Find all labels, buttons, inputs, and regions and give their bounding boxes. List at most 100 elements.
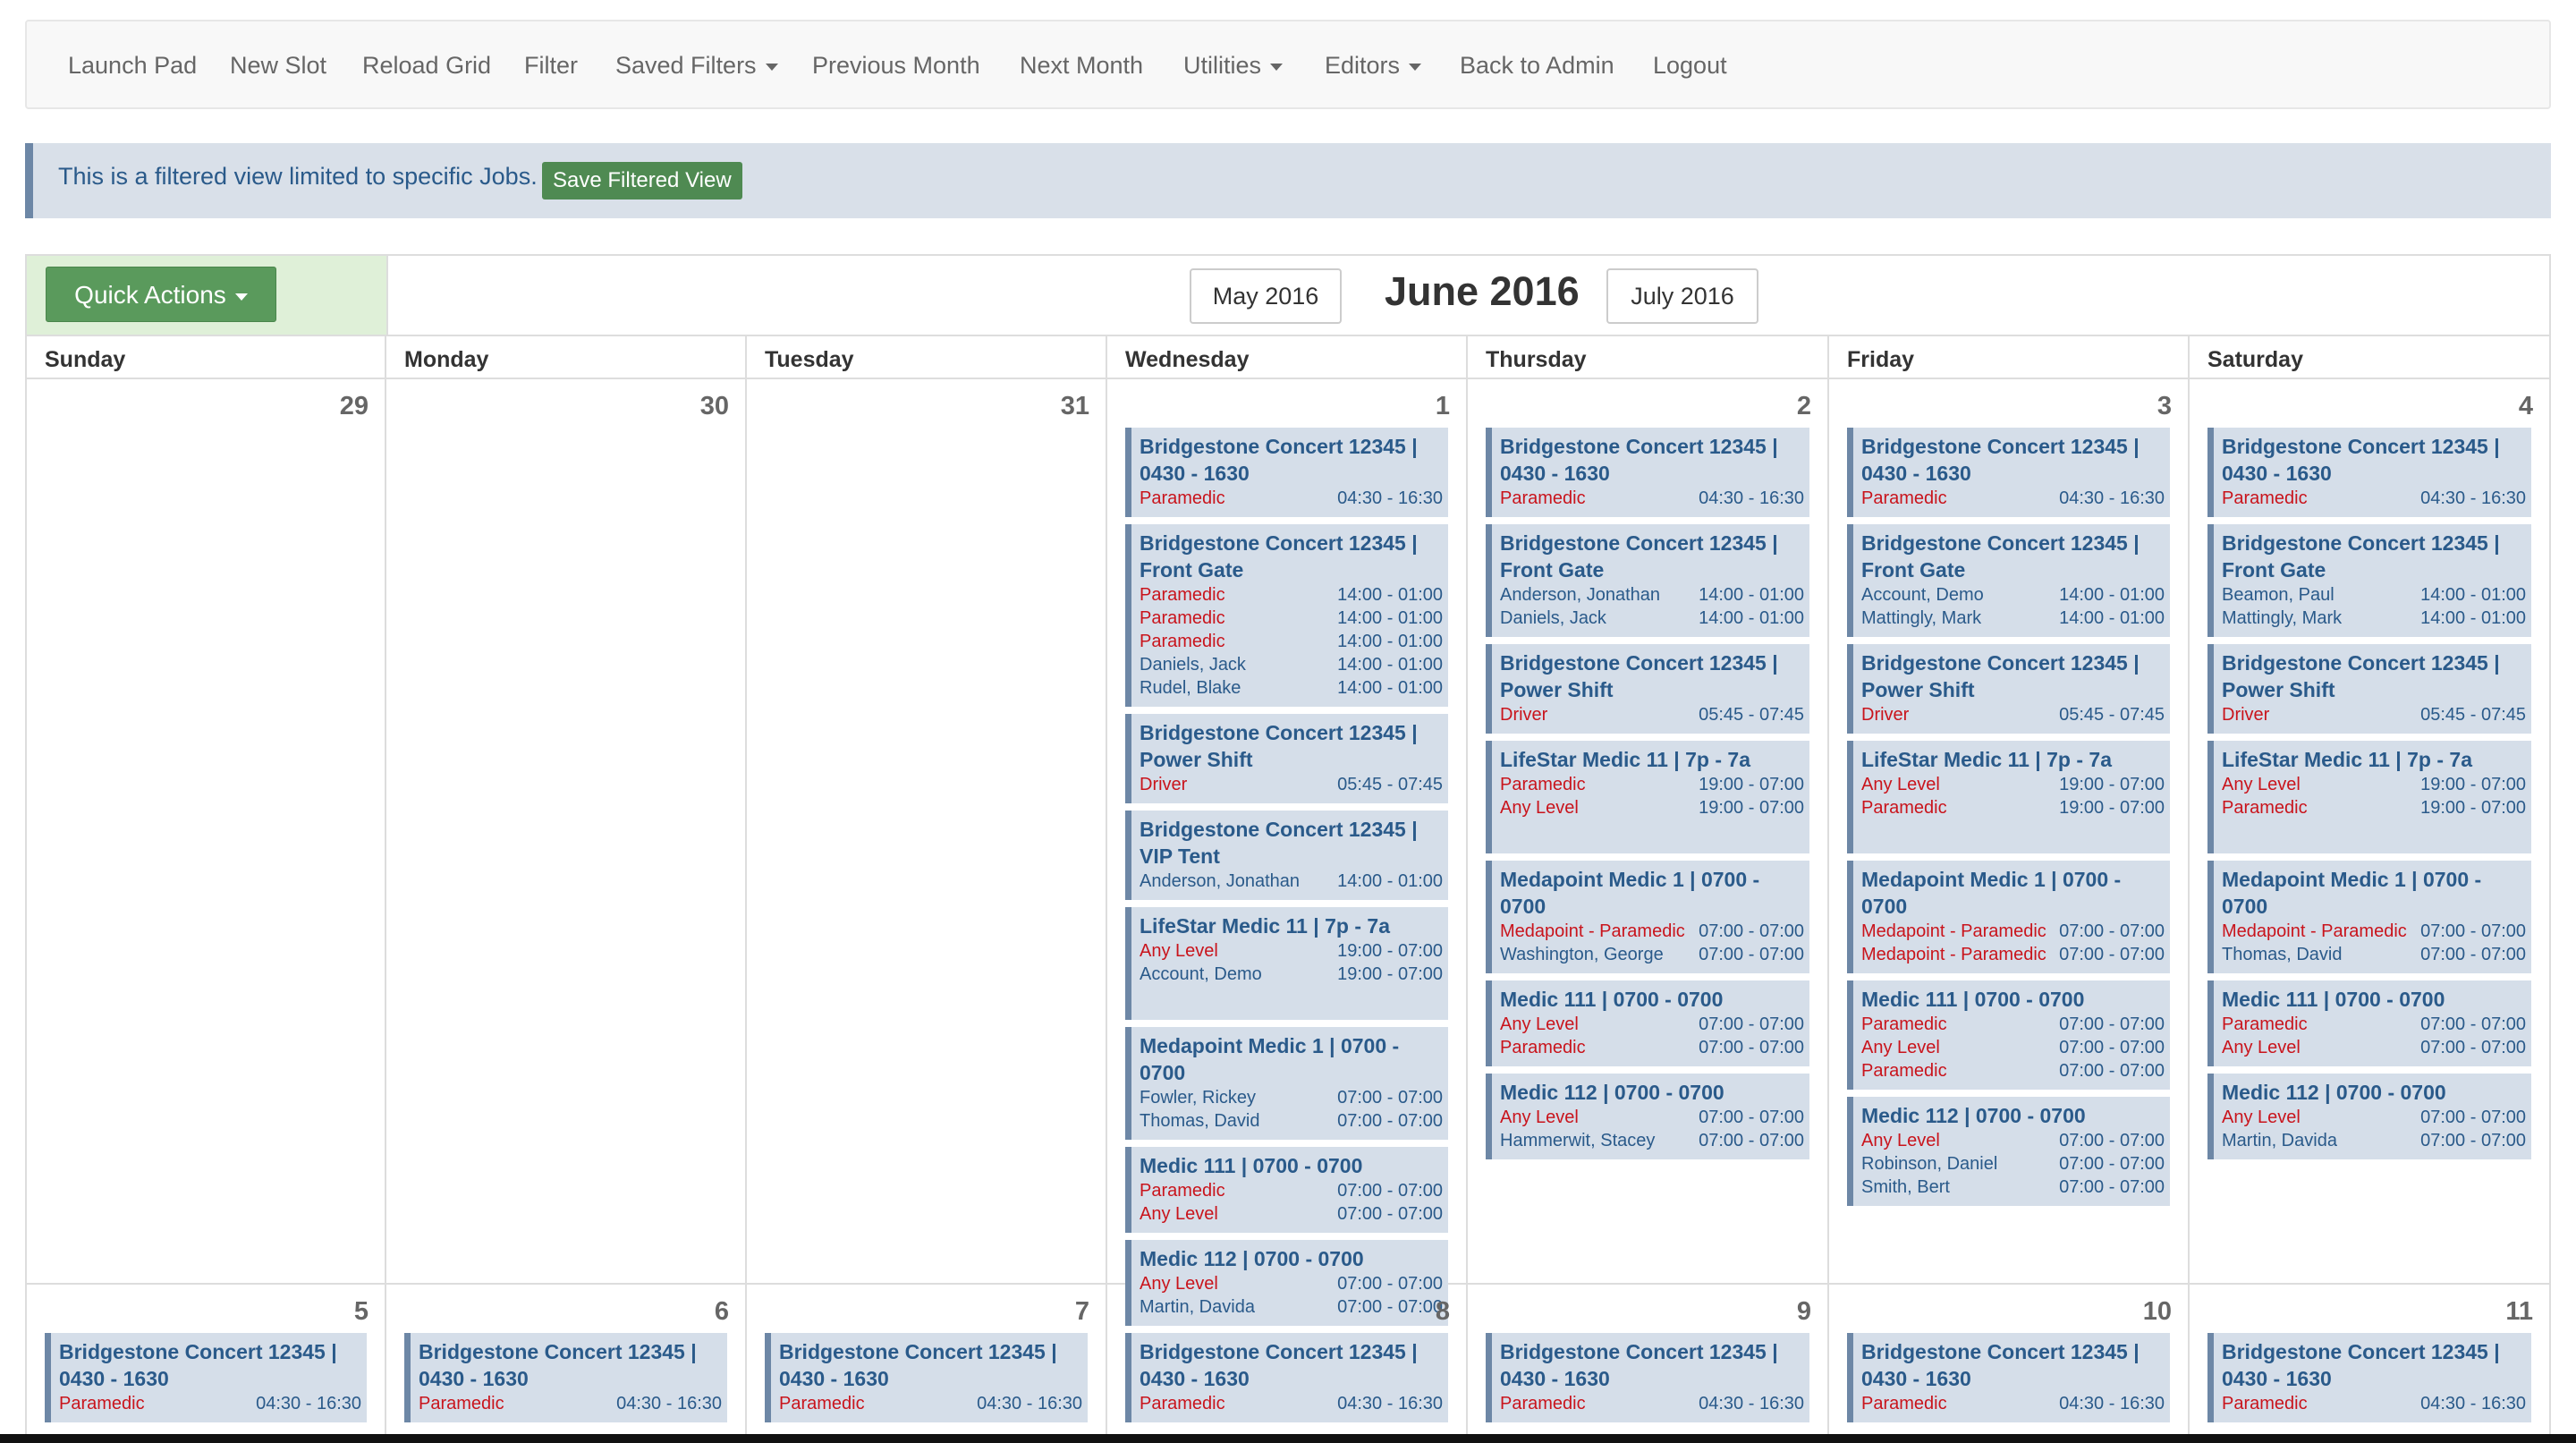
shift-event[interactable]: Bridgestone Concert 12345 | 0430 - 1630 P…	[404, 1333, 727, 1422]
shift-event[interactable]: Bridgestone Concert 12345 | Front Gate Ac…	[1847, 524, 2170, 637]
assigned-person: Hammerwit, Stacey	[1500, 1131, 1656, 1150]
day-cell[interactable]: 29	[27, 379, 386, 1285]
day-cell[interactable]: 6 Bridgestone Concert 12345 | 0430 - 1630…	[386, 1285, 747, 1443]
nav-utilities[interactable]: Utilities	[1183, 52, 1284, 80]
event-title: Bridgestone Concert 12345 | 0430 - 1630	[2222, 1340, 2500, 1390]
shift-time: 07:00 - 07:00	[1337, 1088, 1443, 1108]
next-month-button[interactable]: July 2016	[1606, 268, 1758, 324]
shift-event[interactable]: Bridgestone Concert 12345 | Front Gate Pa…	[1125, 524, 1448, 707]
nav-launch-pad[interactable]: Launch Pad	[68, 52, 197, 80]
shift-event[interactable]: Medapoint Medic 1 | 0700 - 0700 Medapoint…	[1847, 861, 2170, 973]
shift-event[interactable]: Medic 111 | 0700 - 0700 Paramedic 07:00 - …	[2207, 980, 2531, 1066]
shift-event[interactable]: Medapoint Medic 1 | 0700 - 0700 Medapoint…	[1486, 861, 1809, 973]
shift-row: Any Level 07:00 - 07:00	[1861, 1036, 2165, 1059]
shift-event[interactable]: Bridgestone Concert 12345 | Front Gate Be…	[2207, 524, 2531, 637]
day-cell[interactable]: 30	[386, 379, 747, 1285]
save-filtered-view-button[interactable]: Save Filtered View	[542, 162, 742, 199]
shift-event[interactable]: Bridgestone Concert 12345 | 0430 - 1630 P…	[2207, 428, 2531, 517]
shift-event[interactable]: Medic 112 | 0700 - 0700 Any Level 07:00 - …	[1486, 1074, 1809, 1159]
open-position: Paramedic	[779, 1394, 865, 1413]
shift-event[interactable]: Bridgestone Concert 12345 | 0430 - 1630 P…	[45, 1333, 367, 1422]
assigned-person: Account, Demo	[1140, 964, 1262, 984]
day-cell[interactable]: 10 Bridgestone Concert 12345 | 0430 - 163…	[1829, 1285, 2190, 1443]
day-cell[interactable]: 31	[747, 379, 1107, 1285]
shift-row: Driver 05:45 - 07:45	[1500, 703, 1804, 726]
alert-text: This is a filtered view limited to speci…	[58, 163, 538, 190]
shift-event[interactable]: Bridgestone Concert 12345 | Power Shift D…	[1125, 714, 1448, 803]
day-cell[interactable]: 11 Bridgestone Concert 12345 | 0430 - 163…	[2190, 1285, 2549, 1443]
shift-time: 07:00 - 07:00	[2059, 1061, 2165, 1081]
shift-event[interactable]: Bridgestone Concert 12345 | Front Gate An…	[1486, 524, 1809, 637]
nav-reload-grid[interactable]: Reload Grid	[362, 52, 491, 80]
day-number: 30	[699, 392, 729, 420]
nav-saved-filters[interactable]: Saved Filters	[615, 52, 778, 80]
day-number: 29	[339, 392, 369, 420]
nav-previous-month[interactable]: Previous Month	[812, 52, 980, 80]
event-title: Medapoint Medic 1 | 0700 - 0700	[1861, 868, 2122, 918]
window-bottom-edge	[0, 1434, 2576, 1443]
shift-event[interactable]: Medic 112 | 0700 - 0700 Any Level 07:00 - …	[2207, 1074, 2531, 1159]
shift-event[interactable]: Bridgestone Concert 12345 | 0430 - 1630 P…	[765, 1333, 1088, 1422]
day-cell[interactable]: 8 Bridgestone Concert 12345 | 0430 - 1630…	[1107, 1285, 1468, 1443]
shift-event[interactable]: Bridgestone Concert 12345 | VIP Tent Ande…	[1125, 811, 1448, 900]
shift-event[interactable]: Bridgestone Concert 12345 | 0430 - 1630 P…	[1125, 428, 1448, 517]
shift-event[interactable]: Bridgestone Concert 12345 | Power Shift D…	[2207, 644, 2531, 734]
nav-editors[interactable]: Editors	[1325, 52, 1422, 80]
shift-event[interactable]: Medic 112 | 0700 - 0700 Any Level 07:00 - …	[1847, 1097, 2170, 1206]
shift-time: 07:00 - 07:00	[2059, 945, 2165, 964]
day-cell[interactable]: 3 Bridgestone Concert 12345 | 0430 - 1630…	[1829, 379, 2190, 1285]
shift-row: Paramedic 04:30 - 16:30	[1140, 487, 1443, 510]
nav-logout[interactable]: Logout	[1653, 52, 1727, 80]
shift-event[interactable]: LifeStar Medic 11 | 7p - 7a Any Level 19:0…	[2207, 741, 2531, 853]
shift-event[interactable]: Bridgestone Concert 12345 | 0430 - 1630 P…	[1486, 428, 1809, 517]
day-number: 4	[2518, 392, 2533, 420]
event-title: Bridgestone Concert 12345 | Power Shift	[1500, 651, 1778, 701]
shift-event[interactable]: Bridgestone Concert 12345 | 0430 - 1630 P…	[1847, 1333, 2170, 1422]
shift-event[interactable]: Bridgestone Concert 12345 | 0430 - 1630 P…	[1847, 428, 2170, 517]
shift-event[interactable]: Medapoint Medic 1 | 0700 - 0700 Medapoint…	[2207, 861, 2531, 973]
shift-event[interactable]: Bridgestone Concert 12345 | Power Shift D…	[1486, 644, 1809, 734]
quick-actions-button[interactable]: Quick Actions	[46, 267, 276, 322]
day-cell[interactable]: 1 Bridgestone Concert 12345 | 0430 - 1630…	[1107, 379, 1468, 1326]
shift-event[interactable]: Medapoint Medic 1 | 0700 - 0700 Fowler, R…	[1125, 1027, 1448, 1140]
shift-event[interactable]: Medic 111 | 0700 - 0700 Any Level 07:00 - …	[1486, 980, 1809, 1066]
event-title: Bridgestone Concert 12345 | Power Shift	[1861, 651, 2140, 701]
prev-month-button[interactable]: May 2016	[1190, 268, 1342, 324]
shift-row: Martin, Davida 07:00 - 07:00	[2222, 1129, 2526, 1152]
event-title: Medapoint Medic 1 | 0700 - 0700	[1140, 1034, 1400, 1084]
day-cell[interactable]: 9 Bridgestone Concert 12345 | 0430 - 1630…	[1468, 1285, 1829, 1443]
day-cell[interactable]: 5 Bridgestone Concert 12345 | 0430 - 1630…	[27, 1285, 386, 1443]
open-position: Paramedic	[2222, 1014, 2308, 1034]
nav-new-slot[interactable]: New Slot	[230, 52, 326, 80]
shift-event[interactable]: Bridgestone Concert 12345 | 0430 - 1630 P…	[1125, 1333, 1448, 1422]
shift-time: 07:00 - 07:00	[1699, 1131, 1804, 1150]
nav-back-to-admin[interactable]: Back to Admin	[1460, 52, 1614, 80]
shift-event[interactable]: LifeStar Medic 11 | 7p - 7a Paramedic 19:0…	[1486, 741, 1809, 853]
shift-row: Mattingly, Mark 14:00 - 01:00	[2222, 607, 2526, 630]
nav-filter[interactable]: Filter	[524, 52, 578, 80]
day-number: 3	[2157, 392, 2172, 420]
shift-event[interactable]: LifeStar Medic 11 | 7p - 7a Any Level 19:0…	[1847, 741, 2170, 853]
shift-event[interactable]: LifeStar Medic 11 | 7p - 7a Any Level 19:0…	[1125, 907, 1448, 1020]
shift-event[interactable]: Bridgestone Concert 12345 | 0430 - 1630 P…	[1486, 1333, 1809, 1422]
nav-next-month[interactable]: Next Month	[1020, 52, 1143, 80]
shift-time: 14:00 - 01:00	[1699, 585, 1804, 605]
shift-time: 04:30 - 16:30	[2059, 1394, 2165, 1413]
shift-event[interactable]: Bridgestone Concert 12345 | 0430 - 1630 P…	[2207, 1333, 2531, 1422]
nav-saved-filters-label: Saved Filters	[615, 52, 757, 79]
open-position: Paramedic	[1500, 1038, 1586, 1057]
day-cell[interactable]: 4 Bridgestone Concert 12345 | 0430 - 1630…	[2190, 379, 2549, 1285]
shift-event[interactable]: Medic 111 | 0700 - 0700 Paramedic 07:00 - …	[1847, 980, 2170, 1090]
shift-row: Any Level 07:00 - 07:00	[1140, 1202, 1443, 1226]
open-position: Any Level	[1140, 941, 1218, 961]
day-cell[interactable]: 7 Bridgestone Concert 12345 | 0430 - 1630…	[747, 1285, 1107, 1443]
shift-event[interactable]: Medic 111 | 0700 - 0700 Paramedic 07:00 - …	[1125, 1147, 1448, 1233]
day-cell[interactable]: 2 Bridgestone Concert 12345 | 0430 - 1630…	[1468, 379, 1829, 1285]
event-title: Medic 112 | 0700 - 0700	[2222, 1081, 2446, 1104]
shift-event[interactable]: Bridgestone Concert 12345 | Power Shift D…	[1847, 644, 2170, 734]
assigned-person: Account, Demo	[1861, 585, 1984, 605]
shift-time: 05:45 - 07:45	[2420, 705, 2526, 725]
event-title: Bridgestone Concert 12345 | Power Shift	[1140, 721, 1418, 771]
shift-row: Paramedic 04:30 - 16:30	[1861, 487, 2165, 510]
shift-row: Rudel, Blake 14:00 - 01:00	[1140, 676, 1443, 700]
